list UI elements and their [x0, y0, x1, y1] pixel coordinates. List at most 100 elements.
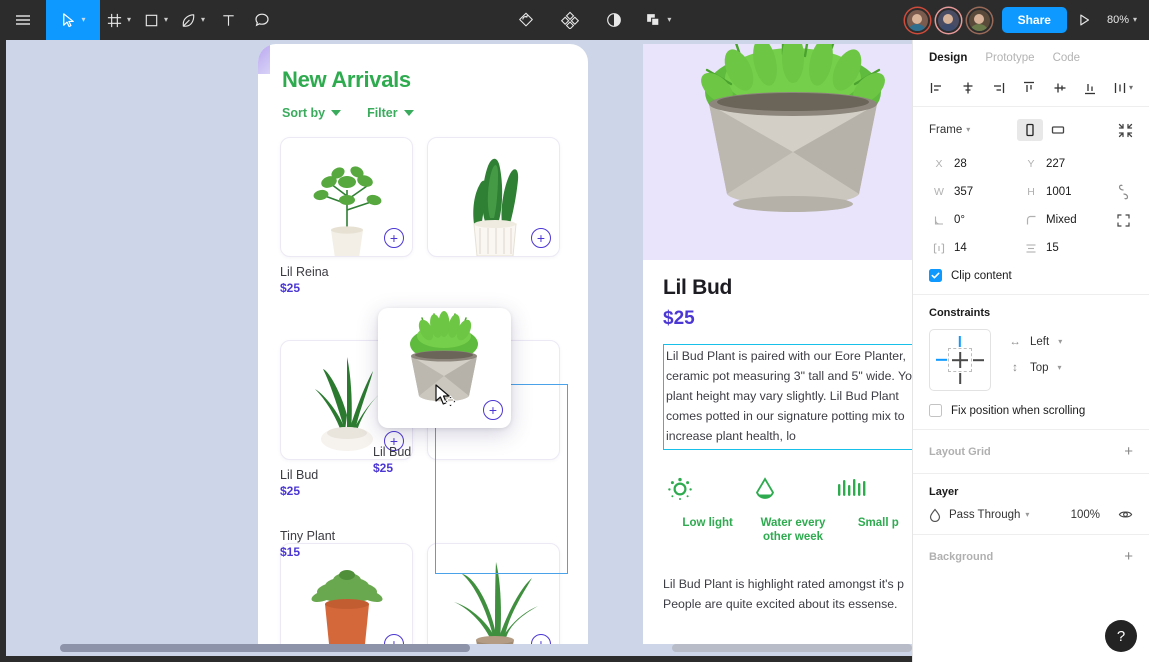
chevron-down-icon [403, 110, 414, 116]
hamburger-menu-icon[interactable] [0, 0, 46, 40]
independent-corners-icon[interactable] [1113, 207, 1133, 233]
play-triangle-icon[interactable] [1067, 0, 1101, 40]
horizontal-constraint-dropdown[interactable]: ↔ Left ▾ [1009, 329, 1133, 355]
orientation-toggle [1017, 119, 1071, 141]
scrollbar-thumb-secondary[interactable] [672, 644, 912, 652]
union-shapes-icon[interactable]: ▾ [640, 0, 675, 40]
align-vertical-center-icon[interactable] [1052, 80, 1068, 96]
product-description-textbox[interactable]: Lil Bud Plant is paired with our Eore Pl… [663, 344, 912, 450]
blend-mode-dropdown[interactable]: Pass Through ▾ [949, 509, 1050, 521]
vertical-padding-value: 15 [1046, 242, 1059, 254]
alignment-toolbar: ▾ [913, 74, 1149, 107]
add-to-cart-button[interactable]: + [384, 228, 404, 248]
y-position-field[interactable]: Y 227 [1021, 151, 1113, 177]
collapse-arrows-icon[interactable] [1118, 123, 1133, 138]
move-tool[interactable]: ▾ [46, 0, 100, 40]
pen-tool[interactable]: ▾ [174, 0, 211, 40]
frame-type-dropdown[interactable]: Frame ▾ [929, 124, 970, 136]
align-right-icon[interactable] [990, 80, 1006, 96]
tab-code[interactable]: Code [1053, 52, 1081, 74]
product-image-card[interactable]: + [427, 137, 560, 257]
constraint-bottom-handle[interactable] [959, 373, 961, 384]
frame-product-detail[interactable]: Lil Bud $25 Lil Bud Plant is paired with… [643, 44, 912, 644]
chevron-down-icon[interactable]: ▾ [1129, 84, 1133, 92]
tab-design[interactable]: Design [929, 52, 967, 74]
avatar[interactable] [904, 7, 930, 33]
blend-mode-value: Pass Through [949, 508, 1021, 521]
zoom-control[interactable]: 80% ▾ [1101, 14, 1149, 26]
layer-opacity-value[interactable]: 100% [1058, 509, 1100, 521]
comment-tool[interactable] [245, 0, 279, 40]
distribute-icon[interactable]: ▾ [1113, 80, 1135, 96]
corner-radius-field[interactable]: Mixed [1021, 207, 1113, 233]
design-canvas[interactable]: New Arrivals Sort by Filter + Lil Reina … [6, 40, 912, 656]
bar-levels-icon [837, 478, 866, 496]
scale-arrow-icon[interactable] [508, 0, 544, 40]
layer-title: Layer [929, 486, 959, 498]
width-field[interactable]: W 357 [929, 179, 1021, 205]
w-value: 357 [954, 186, 974, 198]
add-layout-grid-button[interactable]: + [1124, 444, 1133, 459]
rotation-field[interactable]: 0° [929, 207, 1021, 233]
list-item[interactable]: + Lil Reina $25 [280, 137, 413, 295]
vertical-constraint-dropdown[interactable]: ↕ Top ▾ [1009, 355, 1133, 381]
add-to-cart-button[interactable]: + [531, 228, 551, 248]
plant-succulent-rosette-icon [311, 570, 383, 644]
landscape-frame-icon[interactable] [1045, 119, 1071, 141]
shape-tool-caret[interactable]: ▾ [164, 16, 168, 24]
tab-prototype[interactable]: Prototype [985, 52, 1034, 74]
sort-by-label: Sort by [282, 106, 326, 120]
care-label: Water every other week [760, 516, 826, 544]
background-section: Background + [913, 535, 1149, 576]
pen-tool-caret[interactable]: ▾ [201, 16, 205, 24]
shape-tool[interactable]: ▾ [137, 0, 174, 40]
filter-dropdown[interactable]: Filter [367, 106, 414, 120]
avatar[interactable] [935, 7, 961, 33]
dragged-card-ghost[interactable]: + [378, 308, 511, 428]
add-background-button[interactable]: + [1124, 549, 1133, 564]
frame-tool-caret[interactable]: ▾ [127, 16, 131, 24]
product-name: Tiny Plant [280, 529, 336, 543]
vertical-padding-field[interactable]: 15 [1021, 235, 1113, 261]
add-to-cart-button[interactable]: + [483, 400, 503, 420]
clip-content-checkbox[interactable] [929, 269, 942, 282]
x-position-field[interactable]: X 28 [929, 151, 1021, 177]
help-button[interactable]: ? [1105, 620, 1137, 652]
product-detail-title: Lil Bud [663, 276, 733, 299]
horizontal-padding-field[interactable]: 14 [929, 235, 1021, 261]
align-top-icon[interactable] [1021, 80, 1037, 96]
clip-content-row[interactable]: Clip content [929, 269, 1133, 282]
share-button[interactable]: Share [1001, 7, 1067, 33]
top-toolbar: ▾ ▾ ▾ ▾ ▾ Share 80% ▾ [0, 0, 1149, 40]
constrain-proportions-icon[interactable] [1113, 179, 1133, 205]
fix-position-row[interactable]: Fix position when scrolling [929, 404, 1133, 417]
eye-icon[interactable] [1118, 507, 1133, 522]
avatar[interactable] [966, 7, 992, 33]
constraint-right-handle[interactable] [973, 359, 984, 361]
clip-content-label: Clip content [951, 269, 1012, 282]
constraint-top-handle[interactable] [958, 336, 962, 347]
four-diamonds-icon[interactable] [552, 0, 588, 40]
move-tool-caret[interactable]: ▾ [81, 16, 85, 24]
align-left-icon[interactable] [929, 80, 945, 96]
canvas-horizontal-scrollbar[interactable] [12, 644, 912, 652]
product-label-tiny-plant: Tiny Plant $15 [280, 529, 335, 559]
text-tool[interactable] [211, 0, 245, 40]
product-price: $15 [280, 545, 301, 559]
sort-by-dropdown[interactable]: Sort by [282, 106, 342, 120]
constraint-left-handle[interactable] [936, 358, 947, 362]
height-field[interactable]: H 1001 [1021, 179, 1113, 205]
list-item[interactable]: + [427, 137, 560, 265]
product-image-card[interactable]: + [280, 137, 413, 257]
h-value: 1001 [1046, 186, 1072, 198]
constraints-widget[interactable] [929, 329, 991, 391]
align-horizontal-center-icon[interactable] [960, 80, 976, 96]
fix-position-checkbox[interactable] [929, 404, 942, 417]
frame-tool[interactable]: ▾ [100, 0, 137, 40]
scrollbar-thumb[interactable] [60, 644, 470, 652]
portrait-frame-icon[interactable] [1017, 119, 1044, 141]
half-circle-contrast-icon[interactable] [596, 0, 632, 40]
align-bottom-icon[interactable] [1082, 80, 1098, 96]
boolean-tool-caret[interactable]: ▾ [667, 16, 671, 24]
toolbar-mid-group: ▾ [508, 0, 675, 40]
